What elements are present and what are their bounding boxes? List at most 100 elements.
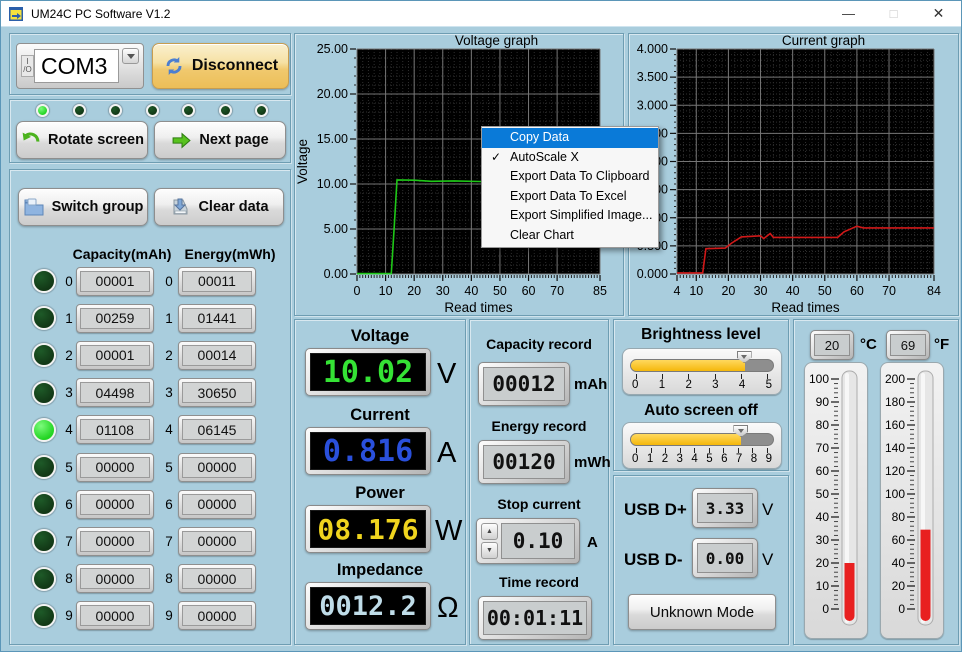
capacity-value-display: 00001 bbox=[76, 341, 154, 370]
maximize-button-icon[interactable]: □ bbox=[871, 1, 916, 26]
lcd-impedance-value: 0012.2 bbox=[310, 587, 426, 625]
energy-value-display: 00014 bbox=[178, 341, 256, 370]
svg-text:70: 70 bbox=[816, 441, 830, 455]
table-row: 304498330650 bbox=[32, 378, 272, 408]
close-button-icon[interactable]: ✕ bbox=[916, 1, 961, 26]
table-row: 800000800000 bbox=[32, 564, 272, 594]
svg-text:0.00: 0.00 bbox=[324, 267, 348, 281]
group-led-indicator bbox=[32, 455, 56, 479]
switch-group-button[interactable]: Switch group bbox=[18, 188, 148, 226]
auto-screen-off-slider[interactable]: 0123456789 bbox=[622, 422, 782, 469]
com-port-value[interactable]: COM3 bbox=[34, 49, 119, 83]
capacity-row-index: 8 bbox=[62, 571, 76, 586]
clear-icon bbox=[169, 197, 191, 217]
brightness-label: Brightness level bbox=[614, 326, 788, 344]
svg-text:Current graph: Current graph bbox=[782, 34, 865, 48]
context-menu-item-label: AutoScale X bbox=[510, 150, 579, 164]
io-icon: I /O bbox=[21, 55, 34, 77]
usb-dplus-unit: V bbox=[762, 500, 773, 520]
usb-mode-button[interactable]: Unknown Mode bbox=[628, 594, 776, 630]
celsius-thermometer-gauge: 0102030405060708090100 bbox=[805, 363, 867, 638]
stop-current-up-button[interactable]: ▲ bbox=[481, 523, 498, 540]
voltage-display: 10.02 bbox=[305, 348, 431, 396]
energy-record-unit: mWh bbox=[574, 454, 611, 471]
context-menu-item[interactable]: Clear Chart bbox=[482, 226, 658, 246]
context-menu-item[interactable]: Export Simplified Image... bbox=[482, 206, 658, 226]
svg-text:10.00: 10.00 bbox=[317, 177, 348, 191]
capacity-value: 01108 bbox=[80, 419, 150, 440]
capacity-row-index: 4 bbox=[62, 422, 76, 437]
com-port-dropdown-button[interactable] bbox=[122, 48, 139, 64]
page-led-indicator bbox=[255, 104, 268, 117]
context-menu-item[interactable]: ✓ AutoScale X bbox=[482, 148, 658, 168]
table-row: 200001200014 bbox=[32, 340, 272, 370]
context-menu-item[interactable]: Export Data To Excel bbox=[482, 187, 658, 207]
svg-text:200: 200 bbox=[885, 372, 905, 386]
energy-value: 00000 bbox=[182, 457, 252, 478]
brightness-slider[interactable]: 012345 bbox=[622, 348, 782, 395]
group-led-indicator bbox=[32, 381, 56, 405]
fahrenheit-value: 69 bbox=[890, 334, 926, 356]
context-menu-item[interactable]: Copy Data bbox=[482, 128, 658, 148]
capacity-value-display: 00000 bbox=[76, 453, 154, 482]
energy-row-index: 5 bbox=[162, 460, 176, 475]
svg-text:50: 50 bbox=[493, 284, 507, 298]
clear-data-button[interactable]: Clear data bbox=[154, 188, 284, 226]
svg-text:15.00: 15.00 bbox=[317, 132, 348, 146]
page-led-indicator bbox=[73, 104, 86, 117]
energy-row-index: 7 bbox=[162, 534, 176, 549]
window-title: UM24C PC Software V1.2 bbox=[31, 7, 170, 21]
slider-track[interactable] bbox=[630, 433, 774, 446]
capacity-value-display: 01108 bbox=[76, 415, 154, 444]
table-row: 401108406145 bbox=[32, 415, 272, 445]
disconnect-label: Disconnect bbox=[192, 57, 278, 75]
slider-tick-label: 4 bbox=[691, 453, 697, 465]
slider-tick-label: 8 bbox=[751, 453, 757, 465]
svg-text:30: 30 bbox=[436, 284, 450, 298]
svg-text:85: 85 bbox=[593, 284, 607, 298]
page-led-indicator bbox=[219, 104, 232, 117]
rotate-screen-button[interactable]: Rotate screen bbox=[16, 121, 148, 159]
chart-context-menu: Copy Data✓ AutoScale X Export Data To Clip… bbox=[481, 126, 659, 248]
svg-text:4: 4 bbox=[674, 284, 681, 298]
stop-current-down-button[interactable]: ▼ bbox=[481, 542, 498, 559]
check-icon: ✓ bbox=[491, 148, 501, 168]
context-menu-item[interactable]: Export Data To Clipboard bbox=[482, 167, 658, 187]
next-page-button[interactable]: Next page bbox=[154, 121, 286, 159]
svg-text:3.000: 3.000 bbox=[637, 98, 668, 112]
svg-text:Read times: Read times bbox=[444, 300, 513, 315]
folder-icon bbox=[23, 197, 45, 217]
slider-tick-label: 1 bbox=[659, 379, 665, 391]
disconnect-button[interactable]: Disconnect bbox=[152, 43, 289, 89]
group-led-indicator bbox=[32, 343, 56, 367]
svg-text:70: 70 bbox=[550, 284, 564, 298]
measurement-panel: Voltage 10.02 V Current 0.816 A Power 08… bbox=[294, 319, 466, 645]
svg-text:84: 84 bbox=[927, 284, 941, 298]
chevron-down-icon bbox=[127, 54, 135, 59]
fahrenheit-display: 69 bbox=[886, 330, 930, 360]
rotate-screen-label: Rotate screen bbox=[48, 132, 144, 148]
capacity-value: 00259 bbox=[80, 308, 150, 329]
capacity-value: 00000 bbox=[80, 605, 150, 626]
stop-current-value[interactable]: 0.10 bbox=[501, 523, 575, 559]
capacity-row-index: 7 bbox=[62, 534, 76, 549]
slider-tick-label: 6 bbox=[721, 453, 727, 465]
energy-value-display: 00000 bbox=[178, 453, 256, 482]
capacity-record-unit: mAh bbox=[574, 376, 607, 393]
slider-tick-label: 5 bbox=[706, 453, 712, 465]
lcd-voltage-value: 10.02 bbox=[310, 353, 426, 391]
current-display: 0.816 bbox=[305, 427, 431, 475]
energy-row-index: 1 bbox=[162, 311, 176, 326]
svg-text:80: 80 bbox=[816, 418, 830, 432]
com-port-select[interactable]: I /O COM3 bbox=[16, 43, 144, 89]
svg-text:5.00: 5.00 bbox=[324, 222, 348, 236]
slider-tick-label: 2 bbox=[685, 379, 691, 391]
usb-panel: USB D+ 3.33 V USB D- 0.00 V Unknown Mode bbox=[613, 475, 789, 645]
app-icon bbox=[8, 6, 24, 22]
current-chart[interactable]: 410203040506070840.0000.5001.0001.5002.0… bbox=[629, 34, 960, 317]
capacity-record-value: 00012 bbox=[483, 367, 565, 401]
minimize-button-icon[interactable]: — bbox=[826, 1, 871, 26]
power-display: 08.176 bbox=[305, 505, 431, 553]
slider-track[interactable] bbox=[630, 359, 774, 372]
svg-text:50: 50 bbox=[816, 487, 830, 501]
